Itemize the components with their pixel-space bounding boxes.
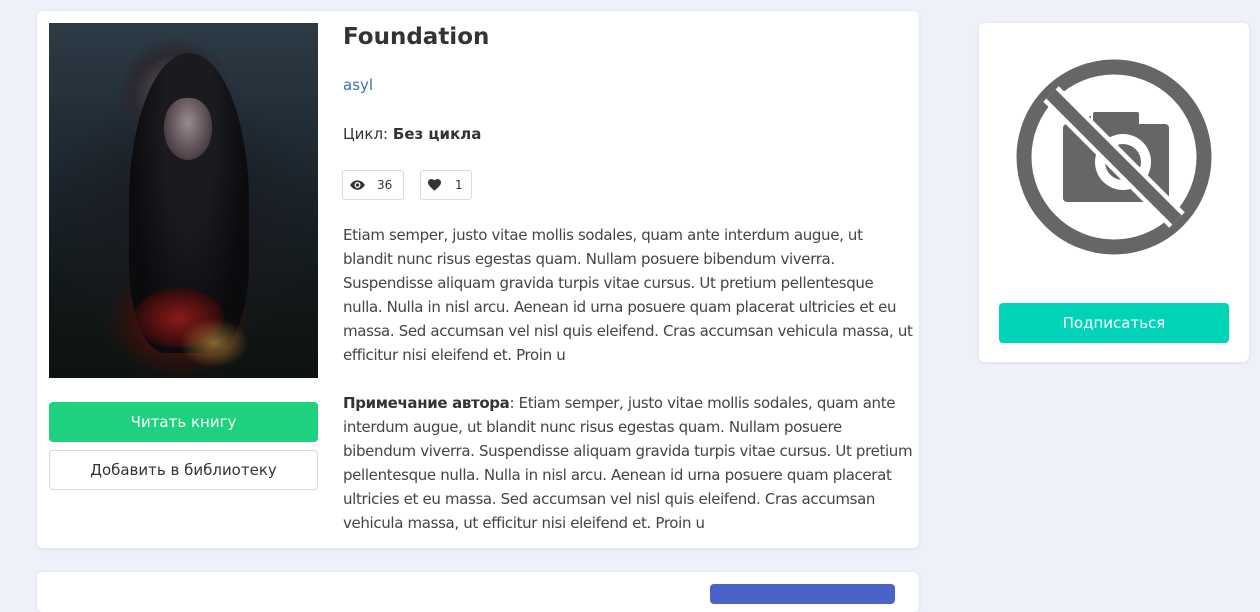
- author-link[interactable]: asyl: [343, 76, 373, 94]
- bottom-card-button[interactable]: [710, 584, 895, 604]
- book-title: Foundation: [343, 24, 490, 50]
- read-book-button[interactable]: Читать книгу: [49, 402, 318, 442]
- bottom-card: [37, 572, 919, 612]
- add-to-library-button[interactable]: Добавить в библиотеку: [49, 450, 318, 490]
- book-description: Etiam semper, justo vitae mollis sodales…: [343, 226, 913, 364]
- views-counter: 36: [342, 170, 404, 200]
- author-note: Примечание автора: Etiam semper, justo v…: [343, 391, 913, 535]
- likes-count: 1: [455, 178, 463, 192]
- cover-figure-face: [164, 98, 212, 160]
- author-card: Подписаться: [979, 23, 1249, 362]
- views-count: 36: [377, 178, 393, 192]
- book-cycle: Цикл: Без цикла: [343, 125, 481, 143]
- cycle-value: Без цикла: [392, 125, 482, 143]
- cycle-label: Цикл:: [343, 125, 389, 143]
- no-photo-icon: [1015, 58, 1213, 256]
- eye-icon: [350, 180, 365, 190]
- subscribe-button[interactable]: Подписаться: [999, 303, 1229, 343]
- author-note-label: Примечание автора: [343, 394, 510, 412]
- book-card: Читать книгу Добавить в библиотеку Found…: [37, 11, 919, 548]
- cover-glow-detail: [179, 318, 249, 368]
- likes-counter[interactable]: 1: [420, 170, 472, 200]
- book-cover-image[interactable]: [49, 23, 318, 378]
- heart-icon: [428, 179, 441, 191]
- author-note-text: : Etiam semper, justo vitae mollis sodal…: [343, 394, 913, 532]
